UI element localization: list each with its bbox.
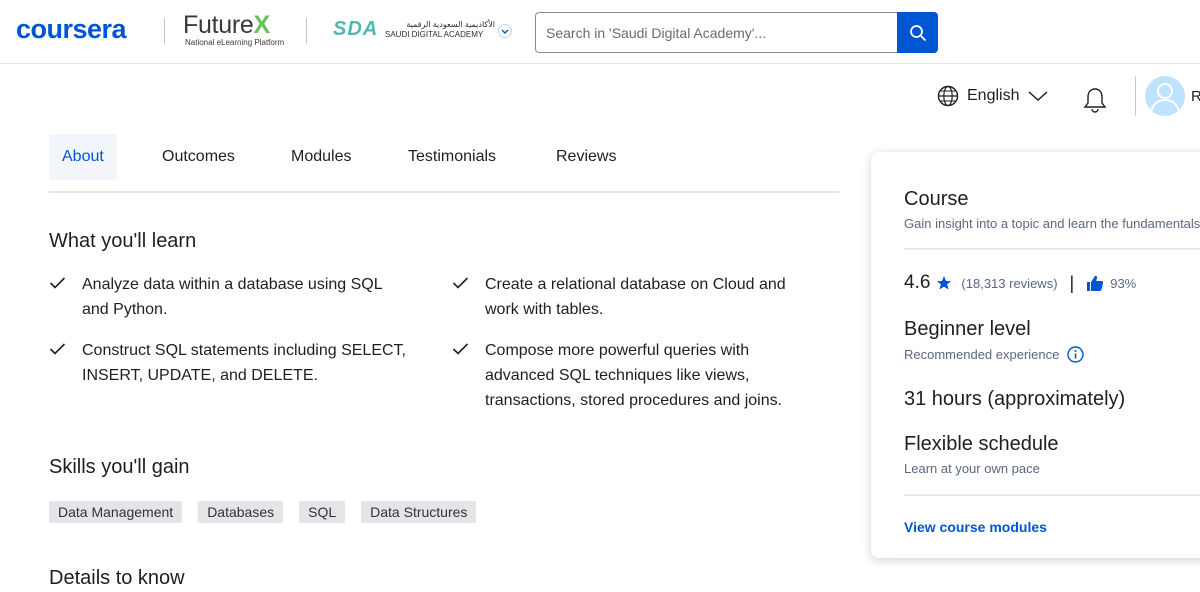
tab-outcomes[interactable]: Outcomes (149, 134, 248, 180)
recommended-experience-label: Recommended experience (904, 347, 1060, 362)
thumbs-up-icon (1087, 275, 1104, 291)
review-count[interactable]: (18,313 reviews) (961, 276, 1057, 291)
schedule-description: Learn at your own pace (904, 461, 1040, 476)
notifications-button[interactable] (1082, 86, 1108, 119)
learn-item-text: Create a relational database on Cloud an… (485, 276, 786, 318)
rating-value: 4.6 (904, 272, 931, 293)
futurex-logo-x: X (253, 11, 270, 39)
course-info-card: Course Gain insight into a topic and lea… (871, 152, 1200, 558)
course-tabs: About Outcomes Modules Testimonials Revi… (49, 134, 839, 193)
skill-chip[interactable]: Data Management (49, 501, 183, 523)
search-icon (909, 24, 926, 41)
header-divider (1135, 76, 1136, 116)
learn-item: Construct SQL statements including SELEC… (49, 338, 409, 388)
skill-chip[interactable]: Databases (198, 501, 284, 523)
rating-separator: | (1069, 272, 1075, 293)
view-course-modules-link[interactable]: View course modules (904, 519, 1047, 535)
futurex-logo[interactable]: FutureX National eLearning Platform (183, 12, 284, 47)
user-icon (1150, 83, 1180, 113)
header-divider (306, 18, 307, 44)
duration-label: 31 hours (approximately) (904, 388, 1126, 410)
partner-menu-chevron-icon[interactable] (494, 20, 516, 42)
skills-heading: Skills you'll gain (49, 456, 190, 478)
schedule-label: Flexible schedule (904, 433, 1059, 455)
language-label: English (967, 87, 1020, 104)
bell-icon (1083, 88, 1107, 113)
sda-logo[interactable]: SDA الأكاديمية السعودية الرقمية SAUDI DI… (333, 18, 495, 41)
coursera-logo[interactable]: coursera (16, 14, 127, 45)
check-icon (49, 272, 66, 322)
top-header: coursera FutureX National eLearning Plat… (0, 0, 1200, 64)
learn-item: Create a relational database on Cloud an… (452, 272, 812, 322)
course-type-description: Gain insight into a topic and learn the … (904, 216, 1200, 231)
tab-about[interactable]: About (49, 134, 117, 180)
learn-item-text: Analyze data within a database using SQL… (82, 276, 383, 318)
skill-chip[interactable]: SQL (299, 501, 346, 523)
learn-item: Compose more powerful queries with advan… (452, 338, 812, 413)
learn-item-text: Compose more powerful queries with advan… (485, 342, 783, 409)
card-divider (904, 248, 1200, 250)
sda-logo-english: SAUDI DIGITAL ACADEMY (385, 30, 484, 39)
tab-modules[interactable]: Modules (278, 134, 364, 180)
course-type-label: Course (904, 188, 969, 210)
futurex-logo-subtitle: National eLearning Platform (185, 38, 285, 47)
level-label: Beginner level (904, 318, 1031, 340)
sda-logo-arabic: الأكاديمية السعودية الرقمية (406, 20, 495, 29)
language-selector[interactable]: English (937, 85, 1049, 107)
search-input[interactable] (535, 12, 897, 53)
learn-item-text: Construct SQL statements including SELEC… (82, 342, 406, 384)
search-bar (535, 12, 938, 53)
tab-reviews[interactable]: Reviews (543, 134, 629, 180)
star-icon (937, 276, 952, 290)
header-divider (164, 18, 165, 44)
details-heading: Details to know (49, 567, 185, 589)
skill-chip[interactable]: Data Structures (361, 501, 477, 523)
rating-row: 4.6 (18,313 reviews) | 93% (904, 272, 1136, 294)
tab-testimonials[interactable]: Testimonials (395, 134, 509, 180)
check-icon (49, 338, 66, 388)
skills-list: Data Management Databases SQL Data Struc… (49, 501, 477, 523)
avatar-initial[interactable]: R (1191, 88, 1200, 105)
sda-logo-mark: SDA (333, 18, 379, 40)
card-divider (904, 494, 1200, 496)
check-icon (452, 338, 469, 413)
globe-icon (937, 85, 959, 107)
check-icon (452, 272, 469, 322)
info-icon[interactable] (1067, 346, 1085, 363)
chevron-down-icon (1028, 91, 1048, 102)
like-percentage: 93% (1110, 275, 1137, 291)
avatar[interactable] (1145, 76, 1185, 116)
search-button[interactable] (897, 12, 938, 53)
futurex-logo-name: Future (183, 11, 254, 39)
learn-heading: What you'll learn (49, 230, 197, 252)
learn-item: Analyze data within a database using SQL… (49, 272, 409, 322)
recommended-experience-row: Recommended experience (904, 346, 1085, 363)
